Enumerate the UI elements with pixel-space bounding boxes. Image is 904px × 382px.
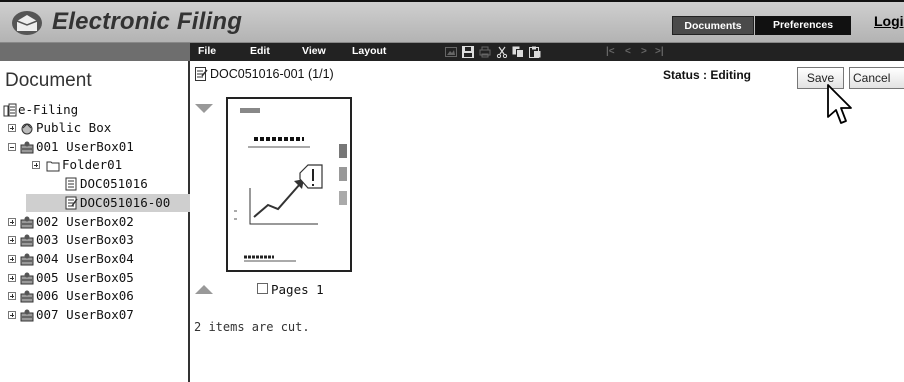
user-box-icon	[20, 234, 34, 247]
app-title: Electronic Filing	[52, 8, 243, 35]
page-preview-image	[234, 108, 347, 262]
user-box-icon	[20, 253, 34, 266]
tree-item[interactable]: 007 UserBox07	[0, 306, 188, 324]
expand-toggle-icon[interactable]	[8, 142, 16, 151]
scroll-up-arrow-icon[interactable]	[195, 285, 213, 294]
tree-item[interactable]: 006 UserBox06	[0, 287, 188, 305]
efiling-root-icon	[3, 103, 17, 117]
tree-root-label: e-Filing	[18, 102, 79, 117]
user-box-icon	[20, 141, 34, 154]
paste-icon[interactable]	[529, 46, 541, 58]
tree-item-label: 003 UserBox03	[36, 232, 134, 248]
page-select-checkbox[interactable]	[257, 283, 268, 294]
print-icon[interactable]	[479, 46, 491, 58]
tree-item-label: 001 UserBox01	[36, 138, 134, 154]
copy-icon[interactable]	[512, 46, 524, 58]
document-title: DOC051016-001 (1/1)	[210, 67, 334, 81]
prev-page-icon[interactable]: <	[625, 46, 631, 57]
cut-status-message: 2 items are cut.	[194, 320, 310, 334]
login-link[interactable]: Logi	[874, 13, 904, 29]
tab-preferences[interactable]: Preferences	[755, 16, 851, 35]
tree-item-label: 004 UserBox04	[36, 250, 134, 266]
last-page-icon[interactable]: >|	[655, 46, 664, 57]
tree-item-label: 005 UserBox05	[36, 269, 134, 285]
expand-toggle-icon[interactable]	[8, 311, 16, 319]
tree-item[interactable]: 005 UserBox05	[0, 269, 188, 287]
tree-item[interactable]: Public Box	[0, 119, 188, 137]
tree-item-label: Folder01	[62, 157, 123, 173]
logo-icon	[12, 11, 42, 35]
user-box-icon	[20, 309, 34, 322]
cancel-button[interactable]: Cancel	[849, 67, 904, 89]
expand-toggle-icon[interactable]	[8, 236, 16, 245]
tree-item[interactable]: 002 UserBox02	[0, 213, 188, 231]
menu-view[interactable]: View	[302, 45, 326, 57]
tree-item[interactable]: 004 UserBox04	[0, 250, 188, 268]
expand-toggle-icon[interactable]	[32, 161, 40, 170]
page-thumbnail[interactable]	[226, 97, 352, 272]
tree-item[interactable]: 001 UserBox01	[0, 138, 188, 156]
document-editing-icon	[65, 196, 78, 210]
expand-toggle-icon[interactable]	[8, 254, 16, 263]
image-icon[interactable]	[445, 46, 457, 58]
public-box-icon	[21, 123, 33, 135]
tree-item-label: 007 UserBox07	[36, 307, 134, 322]
expand-toggle-icon[interactable]	[8, 217, 16, 226]
pane-title: Document	[5, 70, 92, 91]
document-tree-pane: Document e-Filing Public Box 001 UserBox0…	[0, 61, 190, 382]
document-editing-icon	[195, 67, 208, 81]
tree-item[interactable]: DOC051016-00	[26, 193, 190, 212]
expand-toggle-icon[interactable]	[8, 292, 16, 301]
page-label: Pages 1	[271, 282, 324, 297]
expand-toggle-icon[interactable]	[8, 124, 16, 132]
folder-icon	[46, 161, 60, 172]
tab-documents[interactable]: Documents	[672, 16, 754, 35]
mouse-cursor-icon	[827, 84, 852, 124]
first-page-icon[interactable]: |<	[606, 46, 615, 57]
tree-root[interactable]: e-Filing	[3, 101, 188, 119]
tree-item[interactable]: Folder01	[0, 156, 188, 174]
save-icon[interactable]	[462, 46, 474, 58]
menu-bar-spacer	[0, 43, 190, 61]
next-page-icon[interactable]: >	[641, 46, 647, 57]
user-box-icon	[20, 290, 34, 303]
menu-bar: File Edit View Layout |< < > >|	[0, 43, 904, 61]
tree-item-label: Public Box	[36, 120, 112, 135]
status-text: Status : Editing	[663, 68, 751, 82]
tree-item-label: DOC051016	[80, 176, 148, 192]
expand-toggle-icon[interactable]	[8, 273, 16, 282]
cut-icon[interactable]	[496, 46, 508, 58]
tree-item[interactable]: 003 UserBox03	[0, 231, 188, 249]
tree-item[interactable]: DOC051016	[0, 175, 188, 193]
menu-layout[interactable]: Layout	[352, 45, 386, 57]
menu-file[interactable]: File	[198, 45, 216, 57]
tree-item-label: DOC051016-00	[80, 194, 171, 210]
user-box-icon	[20, 216, 34, 228]
scroll-down-arrow-icon[interactable]	[195, 104, 213, 113]
tree-item-label: 002 UserBox02	[36, 213, 134, 229]
user-box-icon	[20, 272, 34, 285]
menu-edit[interactable]: Edit	[250, 45, 270, 57]
tree-item-label: 006 UserBox06	[36, 288, 134, 304]
document-icon	[65, 177, 77, 191]
app-header: Electronic Filing Documents Preferences …	[0, 0, 904, 43]
